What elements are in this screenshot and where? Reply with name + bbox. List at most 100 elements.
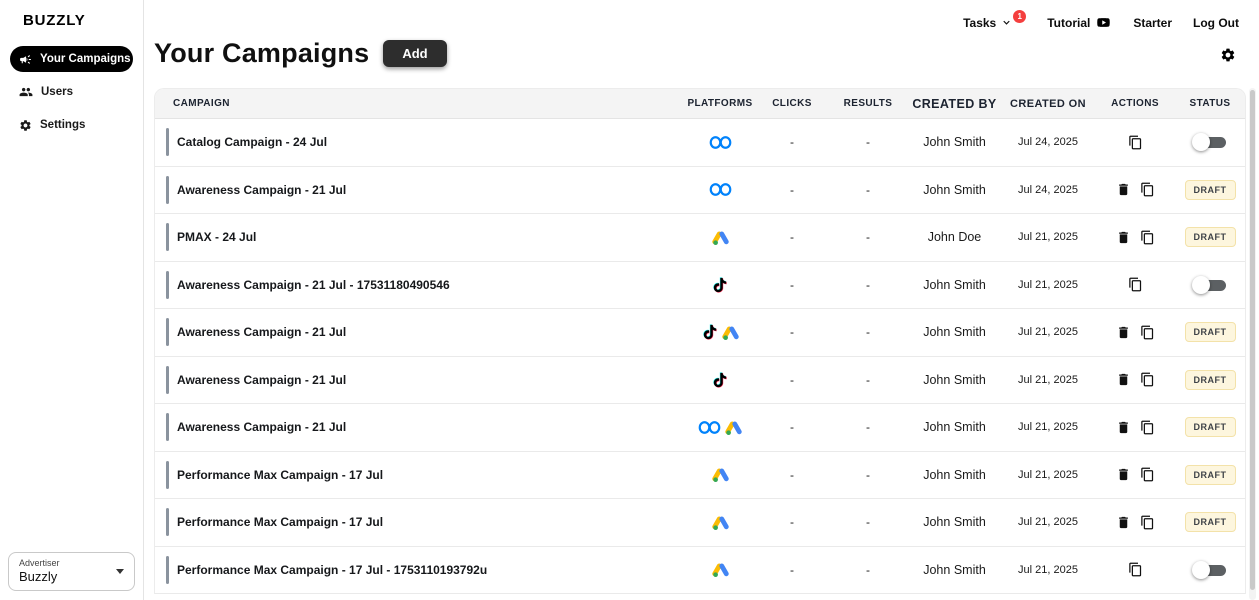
clicks-value: - — [790, 230, 794, 245]
duplicate-button[interactable] — [1140, 230, 1155, 245]
status-cell — [1175, 560, 1245, 580]
campaign-name: Performance Max Campaign - 17 Jul — [177, 515, 384, 530]
delete-button[interactable] — [1116, 515, 1131, 530]
duplicate-button[interactable] — [1140, 325, 1155, 340]
created-by-value: John Smith — [923, 325, 986, 340]
status-cell: DRAFT — [1175, 512, 1245, 533]
table-row[interactable]: Performance Max Campaign - 17 Jul - 1753… — [155, 546, 1245, 594]
table-row[interactable]: Awareness Campaign - 21 Jul - - John Smith J… — [155, 404, 1245, 452]
row-accent-bar — [166, 365, 169, 394]
actions-cell — [1095, 562, 1175, 577]
platforms-cell — [684, 514, 756, 531]
table-row[interactable]: PMAX - 24 Jul - - John Doe Jul 21, 2025 DRAFT — [155, 214, 1245, 262]
delete-button[interactable] — [1116, 325, 1131, 340]
delete-button[interactable] — [1116, 420, 1131, 435]
sidebar-nav: Your Campaigns Users Settings — [0, 46, 143, 138]
column-header-created-on: CREATED ON — [1010, 97, 1086, 110]
trash-icon — [1118, 421, 1128, 433]
created-by-value: John Smith — [923, 182, 986, 197]
duplicate-button[interactable] — [1140, 467, 1155, 482]
duplicate-button[interactable] — [1140, 420, 1155, 435]
app-root: BUZZLY Your Campaigns Users Settings Adv… — [0, 0, 1259, 600]
results-value: - — [866, 467, 870, 482]
table-row[interactable]: Performance Max Campaign - 17 Jul - - John … — [155, 499, 1245, 547]
clicks-value: - — [790, 325, 794, 340]
sidebar-item-your-campaigns[interactable]: Your Campaigns — [10, 46, 133, 72]
campaign-name: Awareness Campaign - 21 Jul — [177, 325, 347, 340]
clicks-value: - — [790, 420, 794, 435]
tasks-menu[interactable]: Tasks 1 — [963, 10, 1027, 30]
page-title: Your Campaigns — [154, 38, 370, 68]
vertical-scrollbar[interactable] — [1249, 88, 1256, 600]
clicks-value: - — [790, 277, 794, 292]
status-toggle[interactable] — [1192, 560, 1228, 580]
copy-icon — [1128, 562, 1141, 577]
column-header-created-by: CREATED BY — [912, 96, 997, 111]
tasks-count-badge: 1 — [1013, 10, 1027, 23]
table-settings-button[interactable] — [1220, 47, 1236, 66]
sidebar: BUZZLY Your Campaigns Users Settings Adv… — [0, 0, 144, 600]
megaphone-icon — [19, 53, 32, 66]
delete-button[interactable] — [1116, 230, 1131, 245]
campaign-name: Awareness Campaign - 21 Jul — [177, 420, 347, 435]
advertiser-selector[interactable]: Advertiser Buzzly — [8, 552, 135, 591]
table-header-row: CAMPAIGN PLATFORMS CLICKS RESULTS CREATED BY… — [155, 89, 1245, 119]
clicks-value: - — [790, 562, 794, 577]
status-badge: DRAFT — [1184, 369, 1236, 390]
results-value: - — [866, 372, 870, 387]
table-row[interactable]: Awareness Campaign - 21 Jul - - John Smith J… — [155, 356, 1245, 404]
copy-icon — [1140, 230, 1153, 245]
status-toggle[interactable] — [1192, 275, 1228, 295]
meta-icon — [709, 182, 732, 197]
created-on-value: Jul 21, 2025 — [1018, 516, 1078, 529]
duplicate-button[interactable] — [1140, 515, 1155, 530]
actions-cell — [1095, 135, 1175, 150]
trash-icon — [1118, 184, 1128, 196]
duplicate-button[interactable] — [1128, 277, 1143, 292]
created-on-value: Jul 21, 2025 — [1018, 326, 1078, 339]
google-ads-icon — [725, 419, 742, 436]
add-campaign-button[interactable]: Add — [383, 40, 447, 67]
delete-button[interactable] — [1116, 182, 1131, 197]
main-content: Tasks 1 Tutorial Starter Log Out Your Ca… — [144, 0, 1259, 600]
sidebar-item-settings[interactable]: Settings — [10, 112, 133, 138]
table-row[interactable]: Awareness Campaign - 21 Jul - - John Smith J… — [155, 309, 1245, 357]
scrollbar-thumb[interactable] — [1250, 90, 1255, 590]
copy-icon — [1128, 135, 1141, 150]
delete-button[interactable] — [1116, 372, 1131, 387]
created-by-value: John Smith — [923, 467, 986, 482]
table-row[interactable]: Awareness Campaign - 21 Jul - 1753118049… — [155, 261, 1245, 309]
table-row[interactable]: Catalog Campaign - 24 Jul - - John Smith Jul… — [155, 119, 1245, 167]
copy-icon — [1140, 372, 1153, 387]
platforms-cell — [684, 182, 756, 197]
duplicate-button[interactable] — [1128, 135, 1143, 150]
copy-icon — [1140, 515, 1153, 530]
plan-label[interactable]: Starter — [1133, 16, 1172, 30]
results-value: - — [866, 420, 870, 435]
duplicate-button[interactable] — [1140, 372, 1155, 387]
row-accent-bar — [166, 223, 169, 252]
row-accent-bar — [166, 128, 169, 157]
sidebar-item-label: Users — [41, 86, 73, 98]
google-ads-icon — [711, 229, 729, 246]
status-cell: DRAFT — [1175, 417, 1245, 438]
tutorial-link[interactable]: Tutorial — [1047, 15, 1112, 30]
sidebar-item-label: Your Campaigns — [40, 53, 131, 65]
delete-button[interactable] — [1116, 467, 1131, 482]
table-row[interactable]: Awareness Campaign - 21 Jul - - John Smith J… — [155, 166, 1245, 214]
column-header-status: STATUS — [1189, 98, 1231, 109]
duplicate-button[interactable] — [1128, 562, 1143, 577]
tutorial-label: Tutorial — [1047, 15, 1091, 30]
status-toggle[interactable] — [1192, 132, 1228, 152]
actions-cell — [1095, 467, 1175, 482]
logout-button[interactable]: Log Out — [1193, 16, 1239, 30]
results-value: - — [866, 277, 870, 292]
status-badge: DRAFT — [1184, 227, 1236, 248]
status-cell: DRAFT — [1175, 227, 1245, 248]
sidebar-item-users[interactable]: Users — [10, 79, 133, 105]
table-row[interactable]: Performance Max Campaign - 17 Jul - - John … — [155, 451, 1245, 499]
status-cell: DRAFT — [1175, 179, 1245, 200]
created-on-value: Jul 21, 2025 — [1018, 278, 1078, 291]
platforms-cell — [684, 324, 756, 341]
duplicate-button[interactable] — [1140, 182, 1155, 197]
